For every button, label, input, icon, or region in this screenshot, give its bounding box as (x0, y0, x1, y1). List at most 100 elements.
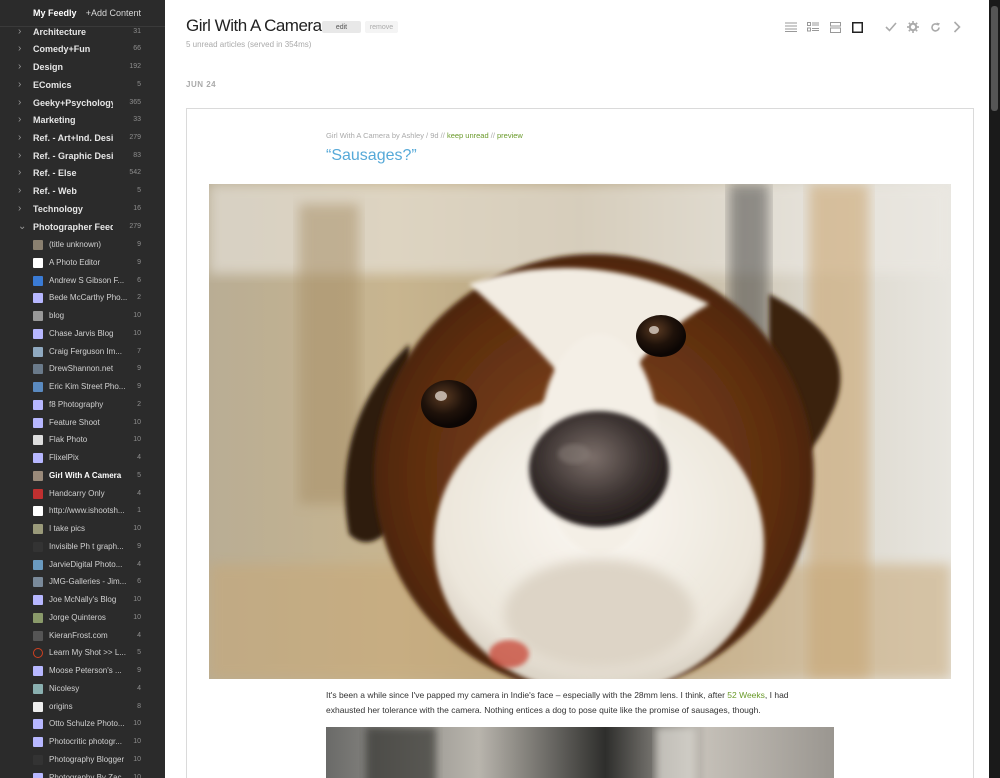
titles-view-icon[interactable] (785, 20, 797, 34)
sidebar-category-label: Ref. - Graphic Design (33, 150, 113, 161)
chevron-right-icon[interactable]: › (18, 61, 30, 72)
sidebar-feed-item[interactable]: DrewShannon.net 9 (0, 360, 165, 377)
chevron-right-icon[interactable]: › (18, 114, 30, 125)
sidebar-feed-item[interactable]: Andrew S Gibson F... 6 (0, 272, 165, 289)
cards-view-icon[interactable] (829, 20, 841, 34)
feedly-app: My Feedly +Add Content › Architecture 31 › C… (0, 0, 1000, 778)
sidebar-feed-item[interactable]: Nicolesy 4 (0, 680, 165, 697)
mark-read-icon[interactable] (885, 20, 897, 34)
sidebar-feed-item[interactable]: Otto Schulze Photo... 10 (0, 715, 165, 732)
sidebar-category[interactable]: ›Ref. - Graphic Design 83 (0, 147, 165, 164)
sidebar-feed-item[interactable]: Flak Photo 10 (0, 431, 165, 448)
unread-count: 4 (137, 685, 141, 692)
edit-button[interactable]: edit (322, 21, 361, 33)
sidebar-category-label: Comedy+Fun (33, 43, 91, 54)
sidebar-feed-item[interactable]: Joe McNally's Blog 10 (0, 591, 165, 608)
next-arrow-icon[interactable] (951, 20, 963, 34)
full-article-view-icon[interactable] (851, 20, 863, 34)
sidebar-feed-item[interactable]: Moose Peterson's ... 9 (0, 662, 165, 679)
sidebar-feed-item[interactable]: Photocritic photogr... 10 (0, 733, 165, 750)
unread-count: 4 (137, 490, 141, 497)
sidebar-feed-item[interactable]: (title unknown) 9 (0, 236, 165, 253)
image-favicon-icon (33, 239, 43, 250)
sidebar-feed-item[interactable]: Photography By Zac... 10 (0, 769, 165, 778)
sidebar-category[interactable]: › Architecture 31 (0, 23, 165, 40)
chevron-right-icon[interactable]: › (18, 79, 30, 90)
article-meta: Girl With A Camera by Ashley / 9d // kee… (326, 131, 523, 140)
sidebar-feed-item[interactable]: FlixelPix 4 (0, 449, 165, 466)
article-source[interactable]: Girl With A Camera by Ashley (326, 131, 424, 140)
sidebar-category[interactable]: › Marketing 33 (0, 111, 165, 128)
sidebar-category[interactable]: › EComics 5 (0, 76, 165, 93)
date-group-label: JUN 24 (186, 80, 217, 89)
article-body: It's been a while since I've papped my c… (326, 688, 822, 718)
sidebar-feed-item[interactable]: Learn My Shot >> L... 5 (0, 644, 165, 661)
sidebar-category[interactable]: › Design 192 (0, 58, 165, 75)
sidebar-feed-item[interactable]: Handcarry Only 4 (0, 485, 165, 502)
page-scrollbar[interactable] (989, 0, 1000, 778)
unread-count: 365 (129, 99, 141, 106)
sidebar-feed-item[interactable]: Girl With A Camera 5 (0, 467, 165, 484)
meta-separator: // (490, 131, 495, 140)
sidebar-feed-item[interactable]: KieranFrost.com 4 (0, 627, 165, 644)
sidebar-feed-item[interactable]: JarvieDigital Photo... 4 (0, 556, 165, 573)
sidebar-category[interactable]: › Technology 16 (0, 200, 165, 217)
refresh-icon[interactable] (929, 20, 941, 34)
sidebar-feed-item[interactable]: Chase Jarvis Blog 10 (0, 325, 165, 342)
sidebar-feed-item[interactable]: Jorge Quinteros 10 (0, 609, 165, 626)
preview-link[interactable]: preview (497, 131, 523, 140)
chevron-right-icon[interactable]: › (18, 185, 30, 196)
image-favicon-icon (33, 346, 43, 357)
article-title[interactable]: “Sausages?” (326, 147, 417, 165)
sidebar-feed-item[interactable]: Invisible Ph t graph... 9 (0, 538, 165, 555)
sidebar-feed-item[interactable]: A Photo Editor 9 (0, 254, 165, 271)
sidebar-category[interactable]: › Comedy+Fun 66 (0, 40, 165, 57)
sidebar-feed-item[interactable]: I take pics 10 (0, 520, 165, 537)
sidebar-feed-item[interactable]: JMG-Galleries - Jim... 6 (0, 573, 165, 590)
sidebar-feed-item[interactable]: origins 8 (0, 698, 165, 715)
keep-unread-link[interactable]: keep unread (447, 131, 489, 140)
sidebar-feed-label: Otto Schulze Photo... (49, 719, 125, 728)
sidebar-category[interactable]: › Geeky+Psychology 365 (0, 94, 165, 111)
sidebar-feed-label: Joe McNally's Blog (49, 595, 117, 604)
default-favicon-icon (33, 328, 43, 339)
sidebar-category[interactable]: › Ref. - Web 5 (0, 182, 165, 199)
chevron-right-icon[interactable]: › (18, 203, 30, 214)
image-favicon-icon (33, 523, 43, 534)
chevron-right-icon[interactable]: › (18, 43, 30, 54)
article-photo-dog (209, 184, 951, 679)
remove-button[interactable]: remove (365, 21, 398, 33)
chevron-right-icon[interactable]: › (18, 26, 30, 37)
sidebar-feed-item[interactable]: Bede McCarthy Pho... 2 (0, 289, 165, 306)
sidebar-feed-item[interactable]: http://www.ishootsh... 1 (0, 502, 165, 519)
image-favicon-icon (33, 310, 43, 321)
scrollbar-thumb[interactable] (991, 6, 998, 111)
magazine-view-icon[interactable] (807, 20, 819, 34)
sidebar-feed-item[interactable]: Craig Ferguson Im... 7 (0, 343, 165, 360)
unread-count: 9 (137, 667, 141, 674)
unread-count: 9 (137, 543, 141, 550)
chevron-down-icon[interactable]: ⌄ (18, 221, 30, 232)
sidebar-feed-item[interactable]: Eric Kim Street Pho... 9 (0, 378, 165, 395)
sidebar-category[interactable]: ›Ref. - Art+Ind. Design 279 (0, 129, 165, 146)
sidebar-category[interactable]: › Ref. - Else 542 (0, 164, 165, 181)
sidebar-feed-label: Nicolesy (49, 684, 80, 693)
sidebar-feed-label: Andrew S Gibson F... (49, 276, 125, 285)
chevron-right-icon[interactable]: › (18, 150, 30, 161)
my-feedly-link[interactable]: My Feedly (33, 8, 77, 18)
chevron-right-icon[interactable]: › (18, 97, 30, 108)
sidebar-feed-item[interactable]: Feature Shoot 10 (0, 414, 165, 431)
sidebar-feed-label: Bede McCarthy Pho... (49, 293, 127, 302)
unread-count: 10 (133, 756, 141, 763)
sidebar-feed-item[interactable]: blog 10 (0, 307, 165, 324)
chevron-right-icon[interactable]: › (18, 132, 30, 143)
sidebar-feed-item[interactable]: f8 Photography 2 (0, 396, 165, 413)
52-weeks-link[interactable]: 52 Weeks (727, 690, 765, 700)
sidebar-category[interactable]: ⌄ Photographer Feeds 279 (0, 218, 165, 235)
sidebar-feed-label: JMG-Galleries - Jim... (49, 577, 127, 586)
chevron-right-icon[interactable]: › (18, 167, 30, 178)
sidebar-feed-item[interactable]: Photography Blogger 10 (0, 751, 165, 768)
add-content-link[interactable]: +Add Content (86, 8, 141, 18)
sidebar-feed-label: (title unknown) (49, 240, 102, 249)
settings-gear-icon[interactable] (907, 20, 919, 34)
